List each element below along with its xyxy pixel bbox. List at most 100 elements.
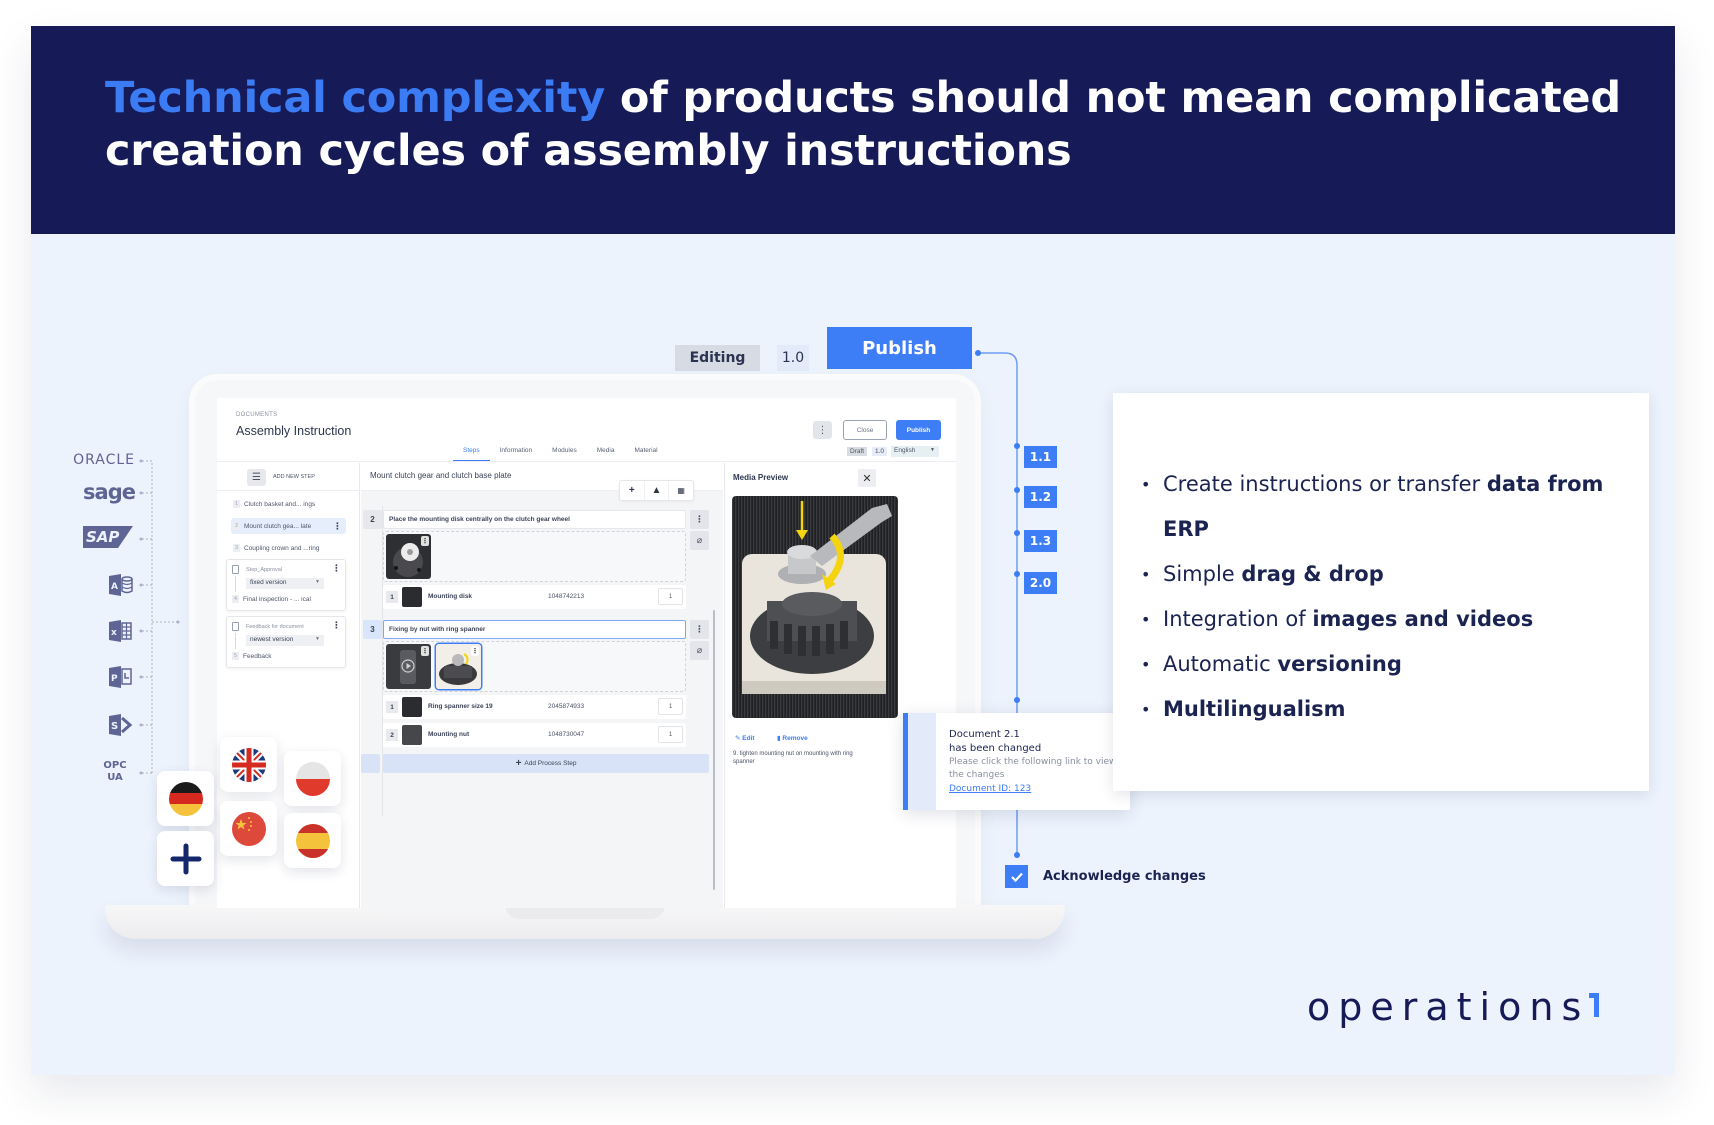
- edit-label: Edit: [742, 735, 755, 742]
- close-button[interactable]: Close: [843, 420, 887, 440]
- material-quantity-input[interactable]: 1: [658, 698, 683, 715]
- material-code: 1048742213: [548, 593, 585, 600]
- acknowledge-label: Acknowledge changes: [1043, 869, 1206, 884]
- kebab-icon[interactable]: ⋮: [471, 646, 479, 656]
- acknowledge-checkbox[interactable]: [1005, 865, 1028, 888]
- warning-icon[interactable]: ▲: [645, 481, 670, 500]
- brand-superscript-mark-top: [1589, 993, 1599, 998]
- svg-text:S: S: [111, 721, 118, 732]
- material-image: [402, 725, 422, 745]
- attach-button[interactable]: ⌀: [690, 531, 709, 550]
- document-icon: [232, 622, 239, 631]
- brand-logo: operations: [1307, 985, 1590, 1029]
- project-icon: P: [107, 665, 133, 689]
- media-thumbnail-selected[interactable]: ⋮: [436, 644, 481, 689]
- version-select[interactable]: fixed version ▼: [246, 578, 324, 589]
- language-select[interactable]: English ▼: [891, 446, 939, 457]
- slide-title: Technical complexity of products should …: [105, 72, 1625, 178]
- uk-flag-icon: [231, 747, 266, 782]
- version-badge-1-3[interactable]: 1.3: [1024, 530, 1057, 552]
- material-quantity-input[interactable]: 1: [658, 726, 683, 743]
- material-row: 1 Mounting disk 1048742213 1: [383, 585, 686, 609]
- process-step-menu-button[interactable]: ⋮: [690, 510, 709, 529]
- breadcrumb[interactable]: DOCUMENTS: [236, 412, 277, 418]
- notification-title: Document 2.1 has been changed: [949, 728, 1041, 756]
- more-options-button[interactable]: ⋮: [813, 421, 832, 439]
- publish-button[interactable]: Publish: [827, 327, 972, 369]
- step-number: 1: [233, 500, 240, 508]
- qr-code-icon[interactable]: ▦: [669, 481, 693, 500]
- feature-highlight: drag & drop: [1241, 562, 1384, 586]
- process-step-text-input[interactable]: Place the mounting disk centrally on the…: [383, 510, 686, 529]
- opc-ua-logo: OPC UA: [103, 760, 127, 783]
- material-code: 1048730047: [548, 731, 585, 738]
- oracle-logo: ORACLE: [73, 452, 135, 468]
- feedback-group: Feedback for document ⋮ newest version ▼ …: [226, 616, 346, 668]
- step-list-item[interactable]: 3 Coupling crown and ...ring: [231, 540, 346, 556]
- tab-media[interactable]: Media: [587, 445, 625, 461]
- media-drop-zone[interactable]: ⋮: [383, 531, 686, 582]
- edit-media-link[interactable]: ✎ Edit: [735, 734, 755, 742]
- step-list-item[interactable]: 1 Clutch basket and... ings: [231, 496, 346, 512]
- flag-german[interactable]: [157, 771, 214, 826]
- tab-steps[interactable]: Steps: [453, 445, 490, 461]
- app-publish-button[interactable]: Publish: [896, 420, 941, 440]
- title-accent: Technical complexity: [105, 73, 606, 123]
- media-drop-zone[interactable]: ⋮ ⋮: [383, 641, 686, 692]
- group-title: Feedback for document: [246, 624, 304, 630]
- kebab-icon[interactable]: ⋮: [421, 536, 429, 546]
- tab-information[interactable]: Information: [490, 445, 543, 461]
- select-value: newest version: [250, 636, 294, 643]
- app-version-badge: 1.0: [872, 447, 888, 456]
- media-thumbnail[interactable]: ⋮: [386, 534, 431, 579]
- video-thumbnail[interactable]: ⋮: [386, 644, 431, 689]
- kebab-icon: ⋮: [817, 424, 828, 436]
- feature-text: Integration of: [1163, 607, 1313, 631]
- remove-label: Remove: [782, 735, 808, 742]
- app-header: DOCUMENTS Assembly Instruction Steps Inf…: [217, 398, 956, 462]
- add-language-button[interactable]: [157, 831, 214, 886]
- approval-group: Step_Approval ⋮ fixed version ▼ 4 Final in…: [226, 559, 346, 611]
- add-icon[interactable]: +: [620, 481, 645, 500]
- document-link[interactable]: Document ID: 123: [949, 784, 1031, 794]
- version-badge-1-2[interactable]: 1.2: [1024, 486, 1057, 508]
- attach-button[interactable]: ⌀: [690, 641, 709, 660]
- material-name: Mounting disk: [428, 593, 473, 600]
- close-preview-button[interactable]: ✕: [858, 469, 876, 487]
- material-quantity-input[interactable]: 1: [658, 588, 683, 605]
- kebab-icon: ⋮: [695, 514, 704, 524]
- version-select[interactable]: newest version ▼: [246, 635, 324, 646]
- kebab-icon[interactable]: ⋮: [332, 563, 341, 574]
- feature-highlight: images and videos: [1312, 607, 1534, 631]
- process-step-menu-button[interactable]: ⋮: [690, 620, 709, 639]
- notification-body: Please click the following link to view …: [949, 757, 1117, 780]
- tab-modules[interactable]: Modules: [542, 445, 587, 461]
- flag-chinese[interactable]: [220, 801, 277, 856]
- step-list-item-active[interactable]: 2 Mount clutch gea... late ⋮: [231, 518, 346, 534]
- process-step-number: 2: [363, 510, 382, 529]
- process-step-text-input[interactable]: Fixing by nut with ring spanner: [383, 620, 686, 639]
- feature-item: Multilingualism: [1141, 687, 1631, 732]
- scrollbar[interactable]: [713, 610, 715, 890]
- flag-polish[interactable]: [284, 751, 341, 806]
- kebab-icon[interactable]: ⋮: [333, 521, 342, 532]
- step-label: Final inspection - ... ical: [243, 595, 311, 603]
- add-step-label[interactable]: ADD NEW STEP: [273, 474, 315, 480]
- kebab-icon[interactable]: ⋮: [421, 646, 429, 656]
- version-badge-1-1[interactable]: 1.1: [1024, 446, 1057, 468]
- svg-text:P: P: [111, 674, 118, 684]
- title-banner: Technical complexity of products should …: [31, 26, 1675, 234]
- add-process-step-button[interactable]: + Add Process Step: [383, 754, 709, 773]
- plus-icon: +: [515, 758, 522, 769]
- step-list-item[interactable]: 5 Feedback: [232, 652, 272, 660]
- flag-spanish[interactable]: [284, 813, 341, 868]
- add-step-button[interactable]: ☰: [247, 469, 266, 486]
- kebab-icon[interactable]: ⋮: [332, 620, 341, 631]
- flag-english[interactable]: [220, 737, 277, 792]
- remove-media-link[interactable]: ▮ Remove: [777, 734, 808, 742]
- version-badge-2-0[interactable]: 2.0: [1024, 572, 1057, 594]
- tab-material[interactable]: Material: [624, 445, 667, 461]
- list-icon: ☰: [252, 472, 261, 483]
- group-title: Step_Approval: [246, 567, 283, 573]
- step-list-item[interactable]: 4 Final inspection - ... ical: [232, 595, 311, 603]
